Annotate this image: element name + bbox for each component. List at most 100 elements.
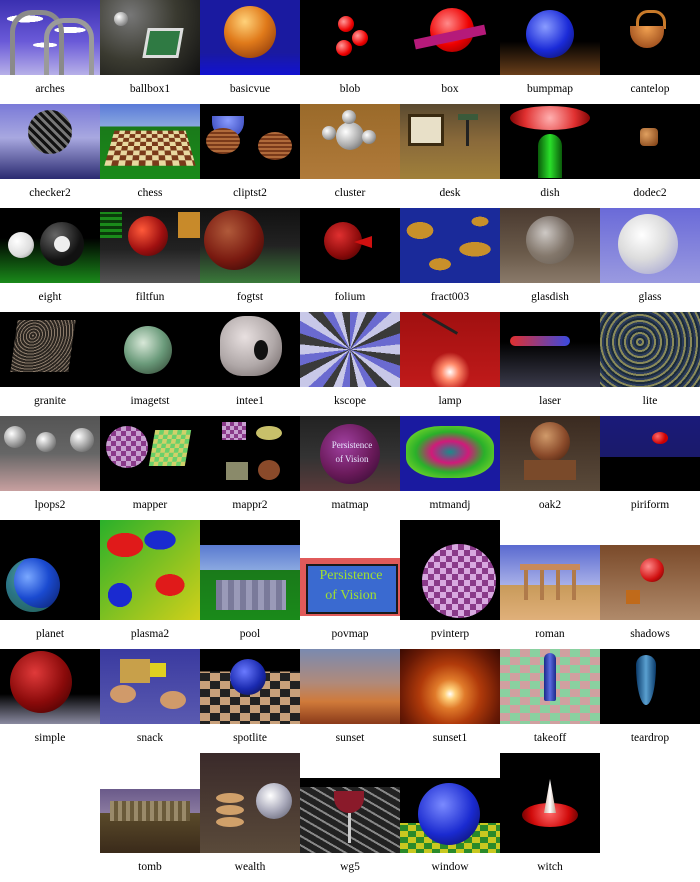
thumbnail-label: fract003 [430, 291, 470, 303]
matmap-text-line2: of Vision [335, 454, 369, 464]
render-image [100, 649, 200, 724]
render-image [400, 0, 500, 75]
render-image [500, 312, 600, 387]
render-image [100, 208, 200, 283]
render-image [200, 520, 300, 620]
render-image [500, 416, 600, 491]
render-image [400, 520, 500, 620]
thumbnail-label: dodec2 [633, 187, 667, 199]
render-image [600, 208, 700, 283]
thumbnail-label: imagetst [130, 395, 170, 407]
thumbnail-label: spotlite [233, 732, 267, 744]
thumbnail-label: glasdish [531, 291, 569, 303]
render-image [600, 0, 700, 75]
thumbnail-label: lite [642, 395, 658, 407]
thumbnail-label: window [431, 861, 469, 873]
thumbnail-label: oak2 [538, 499, 562, 511]
gallery-page: { "gallery": { "items": [ {"label":"arch… [0, 0, 700, 882]
render-image [600, 312, 700, 387]
render-image [0, 312, 100, 387]
thumbnail-label: arches [35, 83, 65, 95]
render-image [400, 312, 500, 387]
thumbnail-label: planet [35, 628, 65, 640]
thumbnail-label: checker2 [29, 187, 71, 199]
thumbnail-label: shadows [630, 628, 670, 640]
thumbnail-label: lamp [438, 395, 462, 407]
thumbnail-label: cliptst2 [233, 187, 267, 199]
thumbnail-label: plasma2 [130, 628, 170, 640]
thumbnail-label: folium [334, 291, 366, 303]
thumbnail-label: mappr2 [232, 499, 268, 511]
thumbnail-label: simple [34, 732, 66, 744]
povmap-text-line1: Persistence [319, 568, 383, 583]
render-image [0, 416, 100, 491]
thumbnail-label: takeoff [533, 732, 567, 744]
render-image [600, 416, 700, 491]
thumbnail-label: ballbox1 [129, 83, 171, 95]
thumbnail-label: basicvue [229, 83, 271, 95]
render-image [500, 104, 600, 179]
thumbnail-label: bumpmap [527, 83, 573, 95]
thumbnail-label: pool [239, 628, 261, 640]
thumbnail-label: granite [34, 395, 66, 407]
thumbnail-label: chess [137, 187, 163, 199]
render-image [400, 104, 500, 179]
render-image [100, 416, 200, 491]
render-image [400, 753, 500, 853]
render-image [200, 416, 300, 491]
render-image [100, 753, 200, 853]
render-image [300, 753, 400, 853]
thumbnail-label: desk [439, 187, 461, 199]
render-image [600, 104, 700, 179]
thumbnail-label: eight [38, 291, 62, 303]
thumbnail-label: matmap [331, 499, 369, 511]
thumbnail-label: wg5 [340, 861, 360, 873]
thumbnail-label: fogtst [236, 291, 264, 303]
thumbnail-label: box [441, 83, 459, 95]
thumbnail-label: dish [540, 187, 560, 199]
render-image [500, 753, 600, 853]
render-image [500, 649, 600, 724]
thumbnail-label: sunset1 [432, 732, 468, 744]
thumbnail-label: glass [638, 291, 662, 303]
render-image [200, 104, 300, 179]
matmap-text-line1: Persistence [331, 440, 373, 450]
thumbnail-label: pvinterp [430, 628, 470, 640]
render-image [200, 208, 300, 283]
render-image [200, 312, 300, 387]
thumbnail-label: blob [339, 83, 361, 95]
thumbnail-label: roman [535, 628, 565, 640]
thumbnail-label: witch [537, 861, 563, 873]
render-image [300, 649, 400, 724]
thumbnail-label: intee1 [235, 395, 265, 407]
render-image [600, 520, 700, 620]
render-image [200, 649, 300, 724]
render-image [200, 753, 300, 853]
render-image [500, 208, 600, 283]
render-image [400, 649, 500, 724]
render-image [400, 416, 500, 491]
render-image [100, 104, 200, 179]
render-image [0, 649, 100, 724]
render-image [0, 104, 100, 179]
thumbnail-label: snack [136, 732, 164, 744]
thumbnail-label: tomb [138, 861, 162, 873]
thumbnail-label: cluster [334, 187, 366, 199]
render-image [500, 520, 600, 620]
render-image: Persistence of Vision [300, 520, 400, 620]
render-image [300, 208, 400, 283]
thumbnail-label: sunset [335, 732, 365, 744]
thumbnail-label: mapper [132, 499, 168, 511]
render-image [0, 208, 100, 283]
render-image [0, 520, 100, 620]
render-image [300, 104, 400, 179]
thumbnail-label: filtfun [135, 291, 165, 303]
thumbnail-label: laser [539, 395, 561, 407]
thumbnail-label: povmap [331, 628, 369, 640]
povmap-text-line2: of Vision [325, 588, 377, 603]
render-image [100, 0, 200, 75]
thumbnail-label: mtmandj [429, 499, 471, 511]
render-image [600, 649, 700, 724]
thumbnail-label: wealth [234, 861, 266, 873]
thumbnail-label: cantelop [630, 83, 670, 95]
